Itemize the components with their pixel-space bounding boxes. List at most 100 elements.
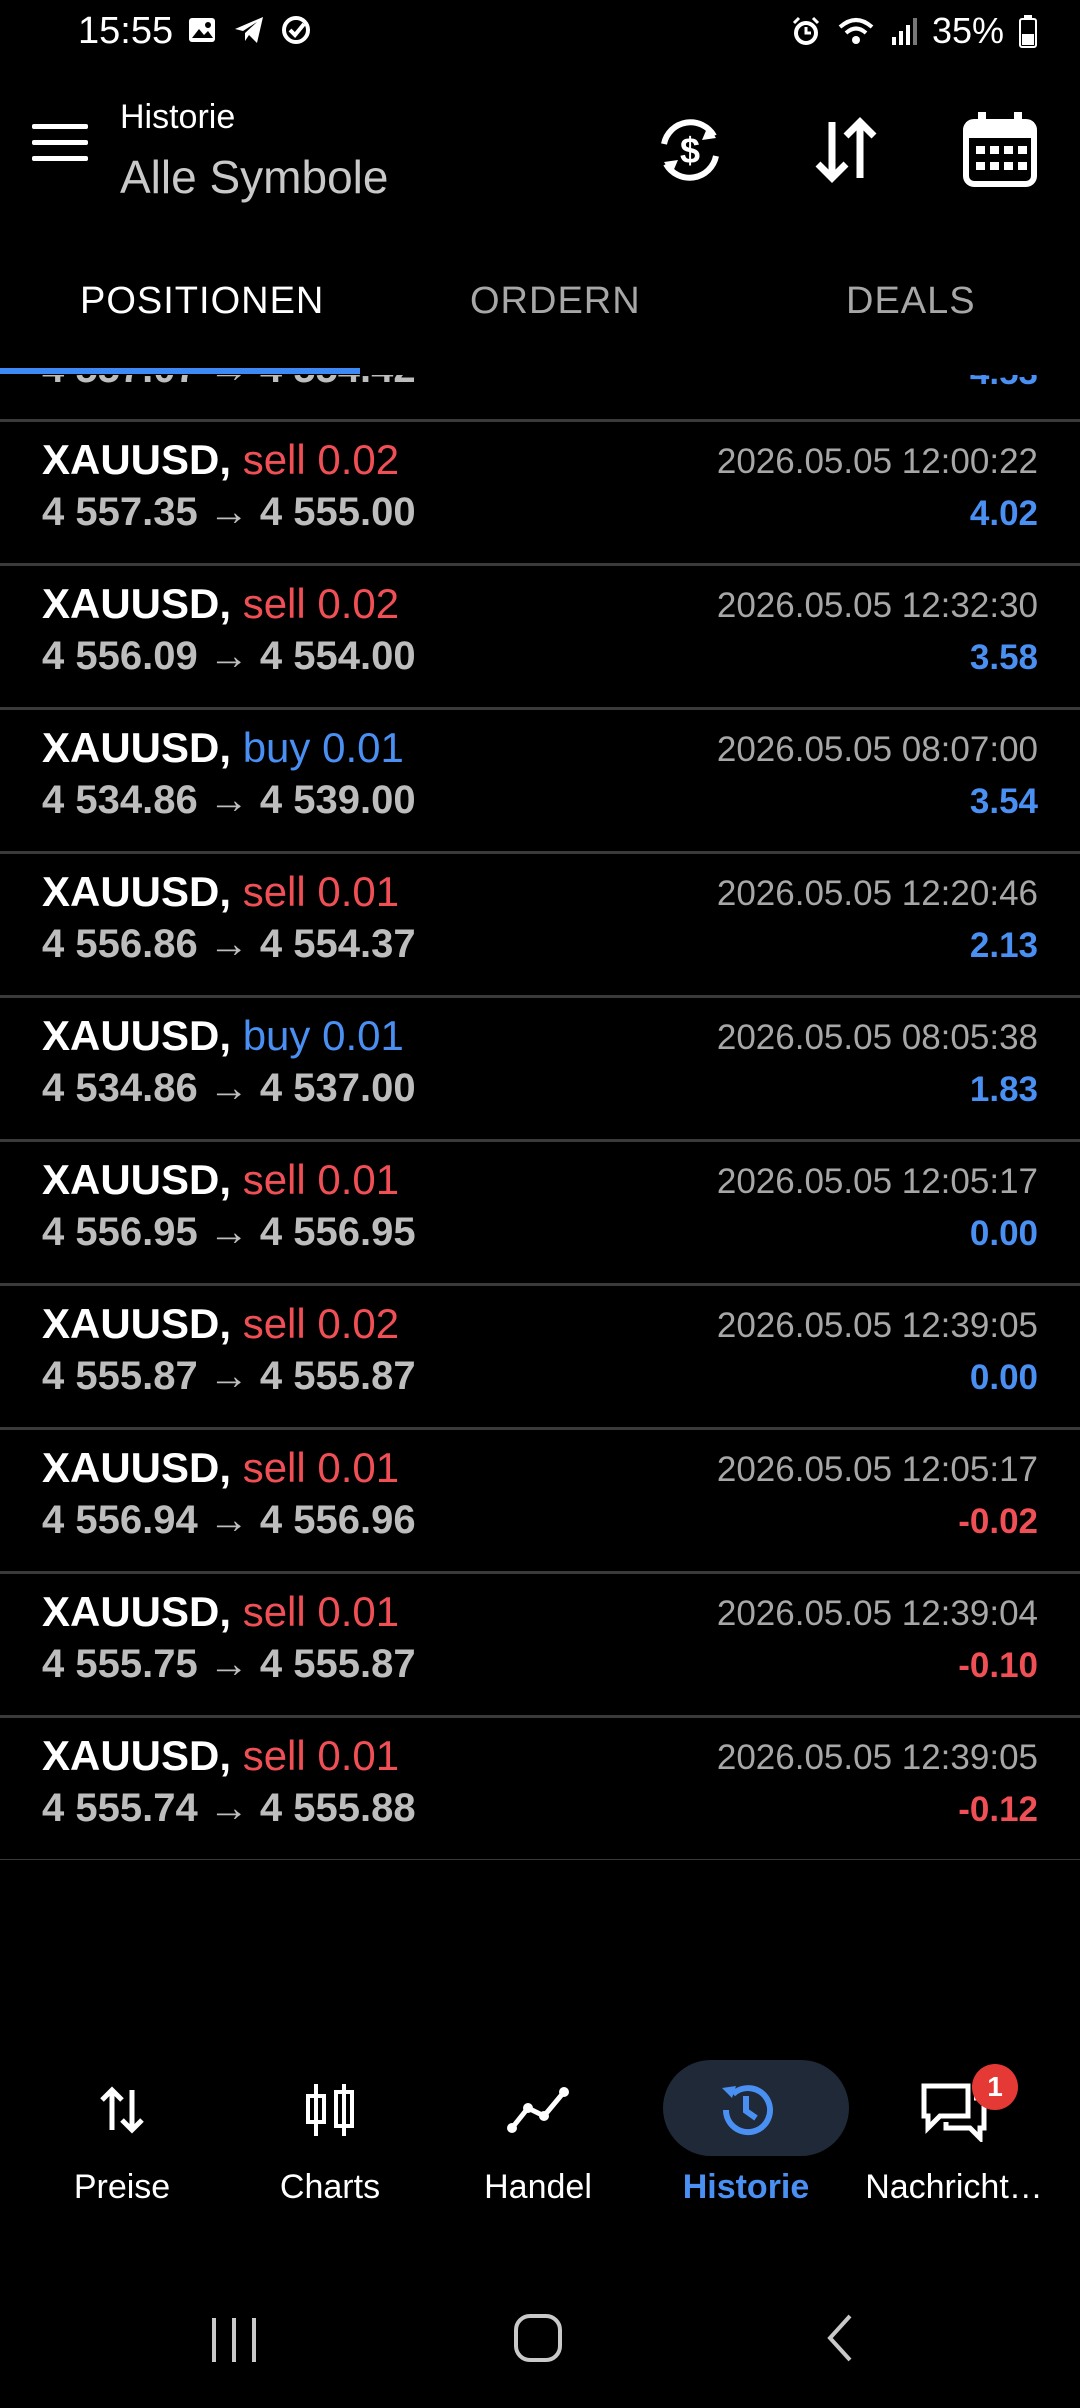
list-item[interactable]: XAUUSD, buy 0.01 4 534.86 → 4 537.00 2026.… [0,998,1080,1142]
direction-volume: sell 0.02 [242,436,400,483]
nav-historie[interactable]: Historie [646,2060,849,2207]
menu-icon [32,124,88,129]
signal-icon [891,18,917,45]
symbol-name: XAUUSD, [42,436,232,483]
nav-handel[interactable]: Handel [438,2060,638,2207]
symbol-name: XAUUSD, [42,1732,232,1779]
currency-sync-icon[interactable]: $ [648,108,732,192]
battery-icon [1019,15,1037,48]
symbol-label: XAUUSD, sell 0.01 [42,1588,399,1636]
timestamp: 2026.05.05 12:05:17 [716,1162,1038,1201]
symbol-label: XAUUSD, sell 0.01 [42,868,399,916]
quotes-arrows-icon [100,2086,144,2134]
menu-button[interactable] [32,124,88,170]
wifi-icon [838,18,874,44]
symbol-name: XAUUSD, [42,580,232,627]
alarm-icon [792,16,819,45]
price-range: 4 555.75 → 4 555.87 [42,1642,416,1686]
symbol-name: XAUUSD, [42,724,232,771]
symbol-name: XAUUSD, [42,1156,232,1203]
price-range: 4 557.07 → 4 554.42 [42,375,416,392]
profit-value: 3.54 [969,782,1038,821]
price-range: 4 557.35 → 4 555.00 [42,490,416,534]
list-item[interactable]: XAUUSD, buy 0.01 4 534.86 → 4 539.00 2026.… [0,710,1080,854]
direction-volume: buy 0.01 [242,724,404,771]
timestamp: 2026.05.05 12:39:04 [716,1594,1038,1633]
profit-value: -0.12 [958,1790,1038,1829]
tab-bar: POSITIONEN ORDERN DEALS [0,250,1080,375]
list-item[interactable]: XAUUSD, sell 0.01 4 555.74 → 4 555.88 2026… [0,1718,1080,1860]
symbol-label: XAUUSD, sell 0.02 [42,436,399,484]
nav-label: Preise [73,2168,171,2206]
history-icon [722,2085,773,2136]
direction-volume: sell 0.01 [242,1588,400,1635]
nav-label: Charts [279,2168,381,2206]
active-tab-indicator [0,368,360,374]
profit-value: 0.00 [969,1214,1038,1253]
nav-label: Nachricht… [865,2168,1043,2206]
symbol-label: XAUUSD, sell 0.01 [42,1444,399,1492]
list-item[interactable]: XAUUSD, sell 0.01 4 556.94 → 4 556.96 2026… [0,1430,1080,1574]
sort-icon[interactable] [804,108,888,192]
price-range: 4 534.86 → 4 539.00 [42,778,416,822]
nav-label: Handel [484,2168,592,2206]
price-range: 4 534.86 → 4 537.00 [42,1066,416,1110]
symbol-label: XAUUSD, buy 0.01 [42,1012,404,1060]
symbol-name: XAUUSD, [42,1444,232,1491]
timestamp: 2026.05.05 12:39:05 [716,1306,1038,1345]
positions-list[interactable]: 4 557.07 → 4 554.42 4.53 XAUUSD, sell 0.… [0,375,1080,1860]
tab-deals[interactable]: DEALS [846,280,976,323]
price-range: 4 556.09 → 4 554.00 [42,634,416,678]
tab-positionen[interactable]: POSITIONEN [80,280,324,323]
direction-volume: buy 0.01 [242,1012,404,1059]
symbol-label: XAUUSD, sell 0.02 [42,580,399,628]
symbol-filter[interactable]: Alle Symbole [120,150,388,204]
list-item[interactable]: XAUUSD, sell 0.02 4 556.09 → 4 554.00 2026… [0,566,1080,710]
svg-text:$: $ [680,130,700,171]
timestamp: 2026.05.05 12:05:17 [716,1450,1038,1489]
recent-apps-icon[interactable] [206,2314,262,2366]
direction-volume: sell 0.01 [242,1156,400,1203]
list-item[interactable]: XAUUSD, sell 0.02 4 557.35 → 4 555.00 2026… [0,422,1080,566]
profit-value: 4.02 [969,494,1038,533]
home-icon[interactable] [510,2310,566,2366]
page-title: Historie [120,98,236,136]
timestamp: 2026.05.05 08:07:00 [716,730,1038,769]
list-item[interactable]: XAUUSD, sell 0.01 4 555.75 → 4 555.87 2026… [0,1574,1080,1718]
price-range: 4 556.95 → 4 556.95 [42,1210,416,1254]
check-circle-icon [282,16,310,44]
price-range: 4 556.86 → 4 554.37 [42,922,416,966]
direction-volume: sell 0.01 [242,1444,400,1491]
gallery-icon [189,18,215,42]
direction-volume: sell 0.01 [242,1732,400,1779]
timestamp: 2026.05.05 12:32:30 [716,586,1038,625]
profit-value: 3.58 [969,638,1038,677]
price-range: 4 555.74 → 4 555.88 [42,1786,416,1830]
profit-value: -0.02 [958,1502,1038,1541]
symbol-name: XAUUSD, [42,1588,232,1635]
timestamp: 2026.05.05 12:20:46 [716,874,1038,913]
nav-charts[interactable]: Charts [230,2060,430,2207]
candlestick-icon [306,2084,354,2136]
tab-ordern[interactable]: ORDERN [470,280,641,323]
direction-volume: sell 0.01 [242,868,400,915]
trade-line-icon [507,2087,569,2133]
nav-nachrichten[interactable]: 1 Nachricht… [854,2060,1054,2207]
list-item[interactable]: XAUUSD, sell 0.02 4 555.87 → 4 555.87 2026… [0,1286,1080,1430]
profit-value: -0.10 [958,1646,1038,1685]
timestamp: 2026.05.05 12:00:22 [716,442,1038,481]
profit-value: 2.13 [969,926,1038,965]
symbol-name: XAUUSD, [42,868,232,915]
profit-value: 1.83 [969,1070,1038,1109]
back-icon[interactable] [820,2312,860,2364]
timestamp: 2026.05.05 12:39:05 [716,1738,1038,1777]
nav-preise[interactable]: Preise [22,2060,222,2207]
status-notification-icons [186,14,312,46]
calendar-icon[interactable] [958,108,1042,192]
status-time: 15:55 [78,10,174,52]
list-item[interactable]: XAUUSD, sell 0.01 4 556.86 → 4 554.37 2026… [0,854,1080,998]
price-range: 4 556.94 → 4 556.96 [42,1498,416,1542]
list-item-partial[interactable]: 4 557.07 → 4 554.42 4.53 [0,375,1080,422]
list-item[interactable]: XAUUSD, sell 0.01 4 556.95 → 4 556.95 2026… [0,1142,1080,1286]
app-bar: Historie Alle Symbole $ [0,80,1080,220]
